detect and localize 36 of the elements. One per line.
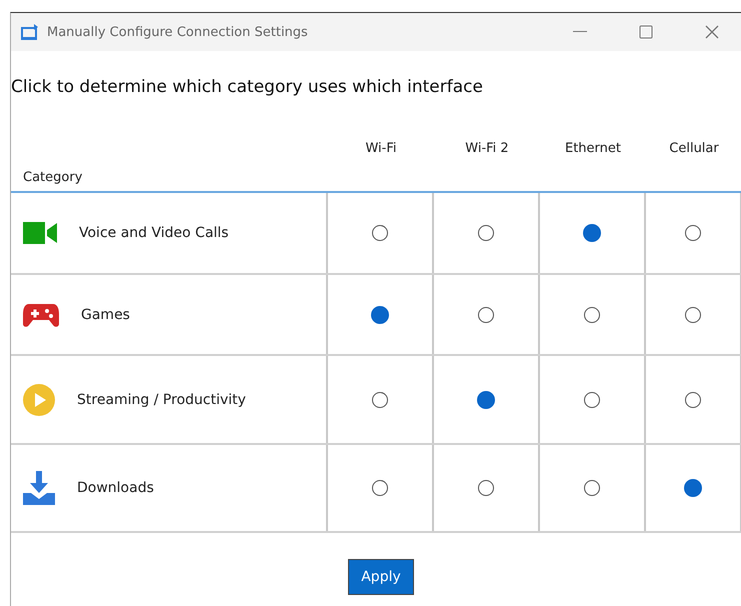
minimize-icon xyxy=(573,31,587,33)
radio-button[interactable] xyxy=(584,306,600,322)
category-label: Games xyxy=(81,306,130,322)
instruction-text: Click to determine which category uses which interface xyxy=(11,77,484,97)
radio-button[interactable] xyxy=(371,306,389,324)
category-label: Downloads xyxy=(77,480,154,496)
download-icon xyxy=(23,471,55,505)
radio-button[interactable] xyxy=(372,392,388,408)
maximize-icon xyxy=(639,25,653,39)
radio-button[interactable] xyxy=(478,306,494,322)
apply-button[interactable]: Apply xyxy=(348,559,414,595)
video-camera-icon xyxy=(23,222,57,244)
radio-button[interactable] xyxy=(685,225,701,241)
radio-button[interactable] xyxy=(477,390,495,408)
radio-button[interactable] xyxy=(684,479,702,497)
radio-button[interactable] xyxy=(583,224,601,242)
column-header: Wi-Fi 2 xyxy=(465,141,509,156)
radio-button[interactable] xyxy=(584,392,600,408)
column-header: Category xyxy=(23,170,84,185)
radio-button[interactable] xyxy=(372,480,388,496)
app-icon xyxy=(21,24,39,40)
radio-button[interactable] xyxy=(372,225,388,241)
close-icon xyxy=(705,25,719,39)
radio-button[interactable] xyxy=(478,225,494,241)
column-header: Ethernet xyxy=(565,141,621,156)
window-title: Manually Configure Connection Settings xyxy=(47,24,309,40)
category-label: Voice and Video Calls xyxy=(79,225,229,241)
category-label: Streaming / Productivity xyxy=(77,392,246,408)
column-header: Cellular xyxy=(669,141,719,156)
radio-button[interactable] xyxy=(584,480,600,496)
column-header: Wi-Fi xyxy=(365,141,396,156)
radio-button[interactable] xyxy=(685,306,701,322)
play-icon xyxy=(23,384,55,416)
radio-button[interactable] xyxy=(685,392,701,408)
radio-button[interactable] xyxy=(478,480,494,496)
gamepad-icon xyxy=(23,302,59,328)
